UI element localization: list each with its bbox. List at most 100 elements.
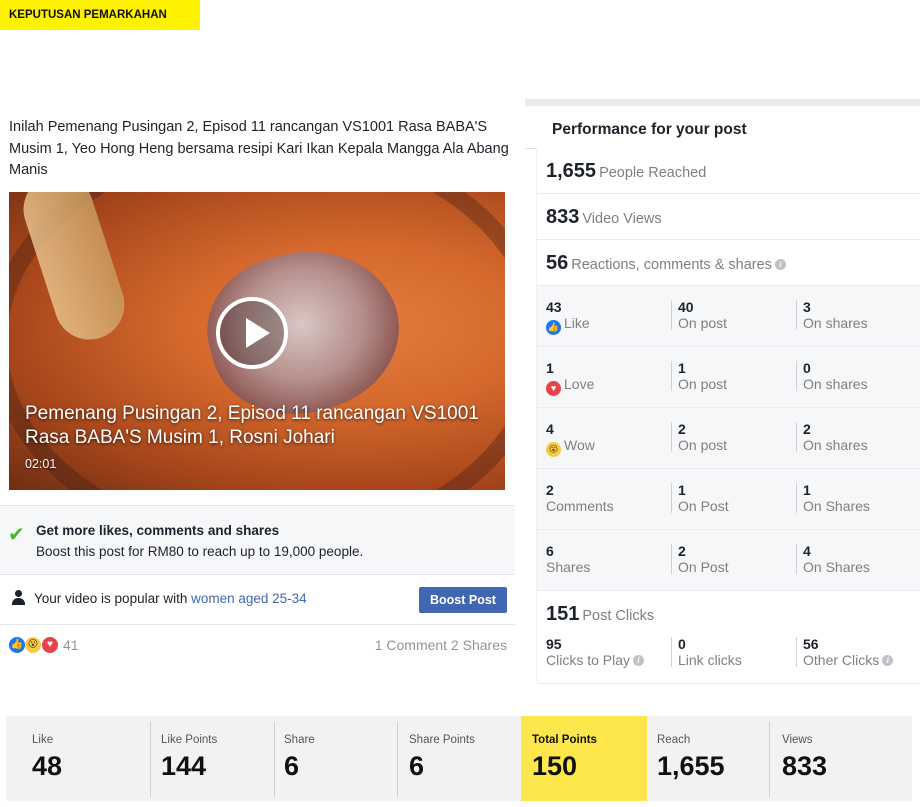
shares-on-shares: 4: [803, 543, 811, 559]
like-on-post: 40: [678, 299, 694, 315]
stat-label: Share Points: [409, 734, 475, 746]
comments-breakdown-row: 2 Comments 1 On Post 1 On Shares: [537, 469, 920, 530]
info-icon[interactable]: i: [633, 655, 645, 666]
shares-total: 6: [546, 543, 554, 559]
score-summary-bar: Like 48 Like Points 144 Share 6 Share Po…: [6, 716, 912, 801]
post-text: Inilah Pemenang Pusingan 2, Episod 11 ra…: [9, 119, 509, 178]
reactions-row: 56 Reactions, comments & shares i: [537, 240, 920, 286]
on-post-label: On post: [678, 437, 728, 453]
on-shares-label: On Shares: [803, 498, 870, 514]
clicks-to-play-value: 95: [546, 636, 562, 652]
stat-share: Share 6: [258, 716, 398, 801]
stat-label: Like: [32, 734, 54, 746]
page-banner: KEPUTUSAN PEMARKAHAN: [0, 0, 200, 30]
stat-label: Views: [782, 734, 813, 746]
stat-label: Share: [284, 734, 315, 746]
people-reached-row: 1,655 People Reached: [537, 148, 920, 194]
performance-title: Performance for your post: [552, 121, 747, 138]
reactions-summary[interactable]: 👍 😮 ♥ 41 1 Comment 2 Shares: [0, 636, 515, 658]
comments-shares-link[interactable]: 1 Comment 2 Shares: [375, 637, 507, 653]
info-icon[interactable]: i: [774, 259, 786, 270]
other-clicks-value: 56: [803, 636, 819, 652]
stat-label: Total Points: [532, 734, 597, 746]
stat-like: Like 48: [6, 716, 151, 801]
like-label: Like: [564, 315, 590, 331]
video-player[interactable]: Pemenang Pusingan 2, Episod 11 rancangan…: [9, 192, 505, 490]
love-on-post: 1: [678, 360, 686, 376]
info-icon[interactable]: i: [882, 655, 894, 666]
on-post-label: On post: [678, 315, 728, 331]
like-breakdown-row: 43 👍 Like 40 On post 3 On shares: [537, 286, 920, 347]
boost-description: Boost this post for RM80 to reach up to …: [36, 544, 364, 559]
stat-views: Views 833: [770, 716, 912, 801]
boost-suggestion: ✔ Get more likes, comments and shares Bo…: [0, 505, 515, 575]
performance-header: Performance for your post: [525, 106, 920, 149]
on-shares-label: On Shares: [803, 559, 870, 575]
like-icon: 👍: [546, 320, 561, 335]
play-icon[interactable]: [216, 297, 288, 369]
stat-like-points: Like Points 144: [135, 716, 275, 801]
like-total: 43: [546, 299, 562, 315]
on-post-label: On Post: [678, 498, 729, 514]
clicks-breakdown-row: 95 Clicks to Play i 0 Link clicks 56 Other C…: [537, 625, 920, 684]
reactions-label: Reactions, comments & shares: [571, 257, 772, 273]
stat-label: Reach: [657, 734, 691, 746]
post-clicks-value: 151: [546, 603, 580, 625]
comments-total: 2: [546, 482, 554, 498]
link-clicks-value: 0: [678, 636, 686, 652]
stat-value: 144: [161, 751, 207, 781]
love-reaction-icon: ♥: [42, 637, 58, 653]
person-icon: [12, 590, 25, 606]
stat-label: Like Points: [161, 734, 218, 746]
audience-link[interactable]: women aged 25-34: [191, 591, 307, 606]
video-views-row: 833 Video Views: [537, 194, 920, 240]
love-label: Love: [564, 376, 595, 392]
shares-breakdown-row: 6 Shares 2 On Post 4 On Shares: [537, 530, 920, 591]
love-on-shares: 0: [803, 360, 811, 376]
stat-share-points: Share Points 6: [383, 716, 521, 801]
stat-value: 1,655: [657, 751, 725, 781]
wow-breakdown-row: 4 😮 Wow 2 On post 2 On shares: [537, 408, 920, 469]
comments-label: Comments: [546, 498, 614, 514]
on-shares-label: On shares: [803, 376, 868, 392]
wow-label: Wow: [564, 437, 595, 453]
stat-value: 48: [32, 751, 63, 781]
video-views-label: Video Views: [582, 211, 662, 227]
love-breakdown-row: 1 ♥ Love 1 On post 0 On shares: [537, 347, 920, 408]
wow-reaction-icon: 😮: [25, 637, 41, 653]
panel-top-bar: [525, 99, 920, 106]
people-reached-label: People Reached: [599, 165, 707, 181]
link-clicks-label: Link clicks: [678, 652, 742, 668]
reaction-count: 41: [63, 637, 79, 653]
performance-panel: Performance for your post 1,655 People Re…: [525, 99, 920, 684]
on-post-label: On Post: [678, 559, 729, 575]
comments-on-post: 1: [678, 482, 686, 498]
popular-text: Your video is popular with women aged 25…: [34, 591, 307, 606]
comments-on-shares: 1: [803, 482, 811, 498]
boost-title: Get more likes, comments and shares: [36, 523, 280, 538]
stat-value: 6: [284, 751, 300, 781]
wow-on-shares: 2: [803, 421, 811, 437]
love-icon: ♥: [546, 381, 561, 396]
like-on-shares: 3: [803, 299, 811, 315]
reactions-value: 56: [546, 252, 569, 274]
popular-notice: Your video is popular with women aged 25…: [0, 586, 515, 625]
shares-label: Shares: [546, 559, 591, 575]
post-clicks-label: Post Clicks: [582, 608, 655, 624]
checkmark-icon: ✔: [8, 524, 25, 546]
stat-value: 833: [782, 751, 828, 781]
like-reaction-icon: 👍: [9, 637, 25, 653]
clicks-to-play-label: Clicks to Play: [546, 652, 631, 668]
other-clicks-label: Other Clicks: [803, 652, 880, 668]
love-total: 1: [546, 360, 554, 376]
on-shares-label: On shares: [803, 315, 868, 331]
video-duration: 02:01: [25, 457, 57, 471]
on-post-label: On post: [678, 376, 728, 392]
stat-value: 150: [532, 751, 578, 781]
wow-on-post: 2: [678, 421, 686, 437]
wow-total: 4: [546, 421, 554, 437]
stat-reach: Reach 1,655: [647, 716, 770, 801]
boost-post-button[interactable]: Boost Post: [419, 587, 507, 613]
wow-icon: 😮: [546, 442, 561, 457]
video-title: Pemenang Pusingan 2, Episod 11 rancangan…: [25, 403, 479, 448]
